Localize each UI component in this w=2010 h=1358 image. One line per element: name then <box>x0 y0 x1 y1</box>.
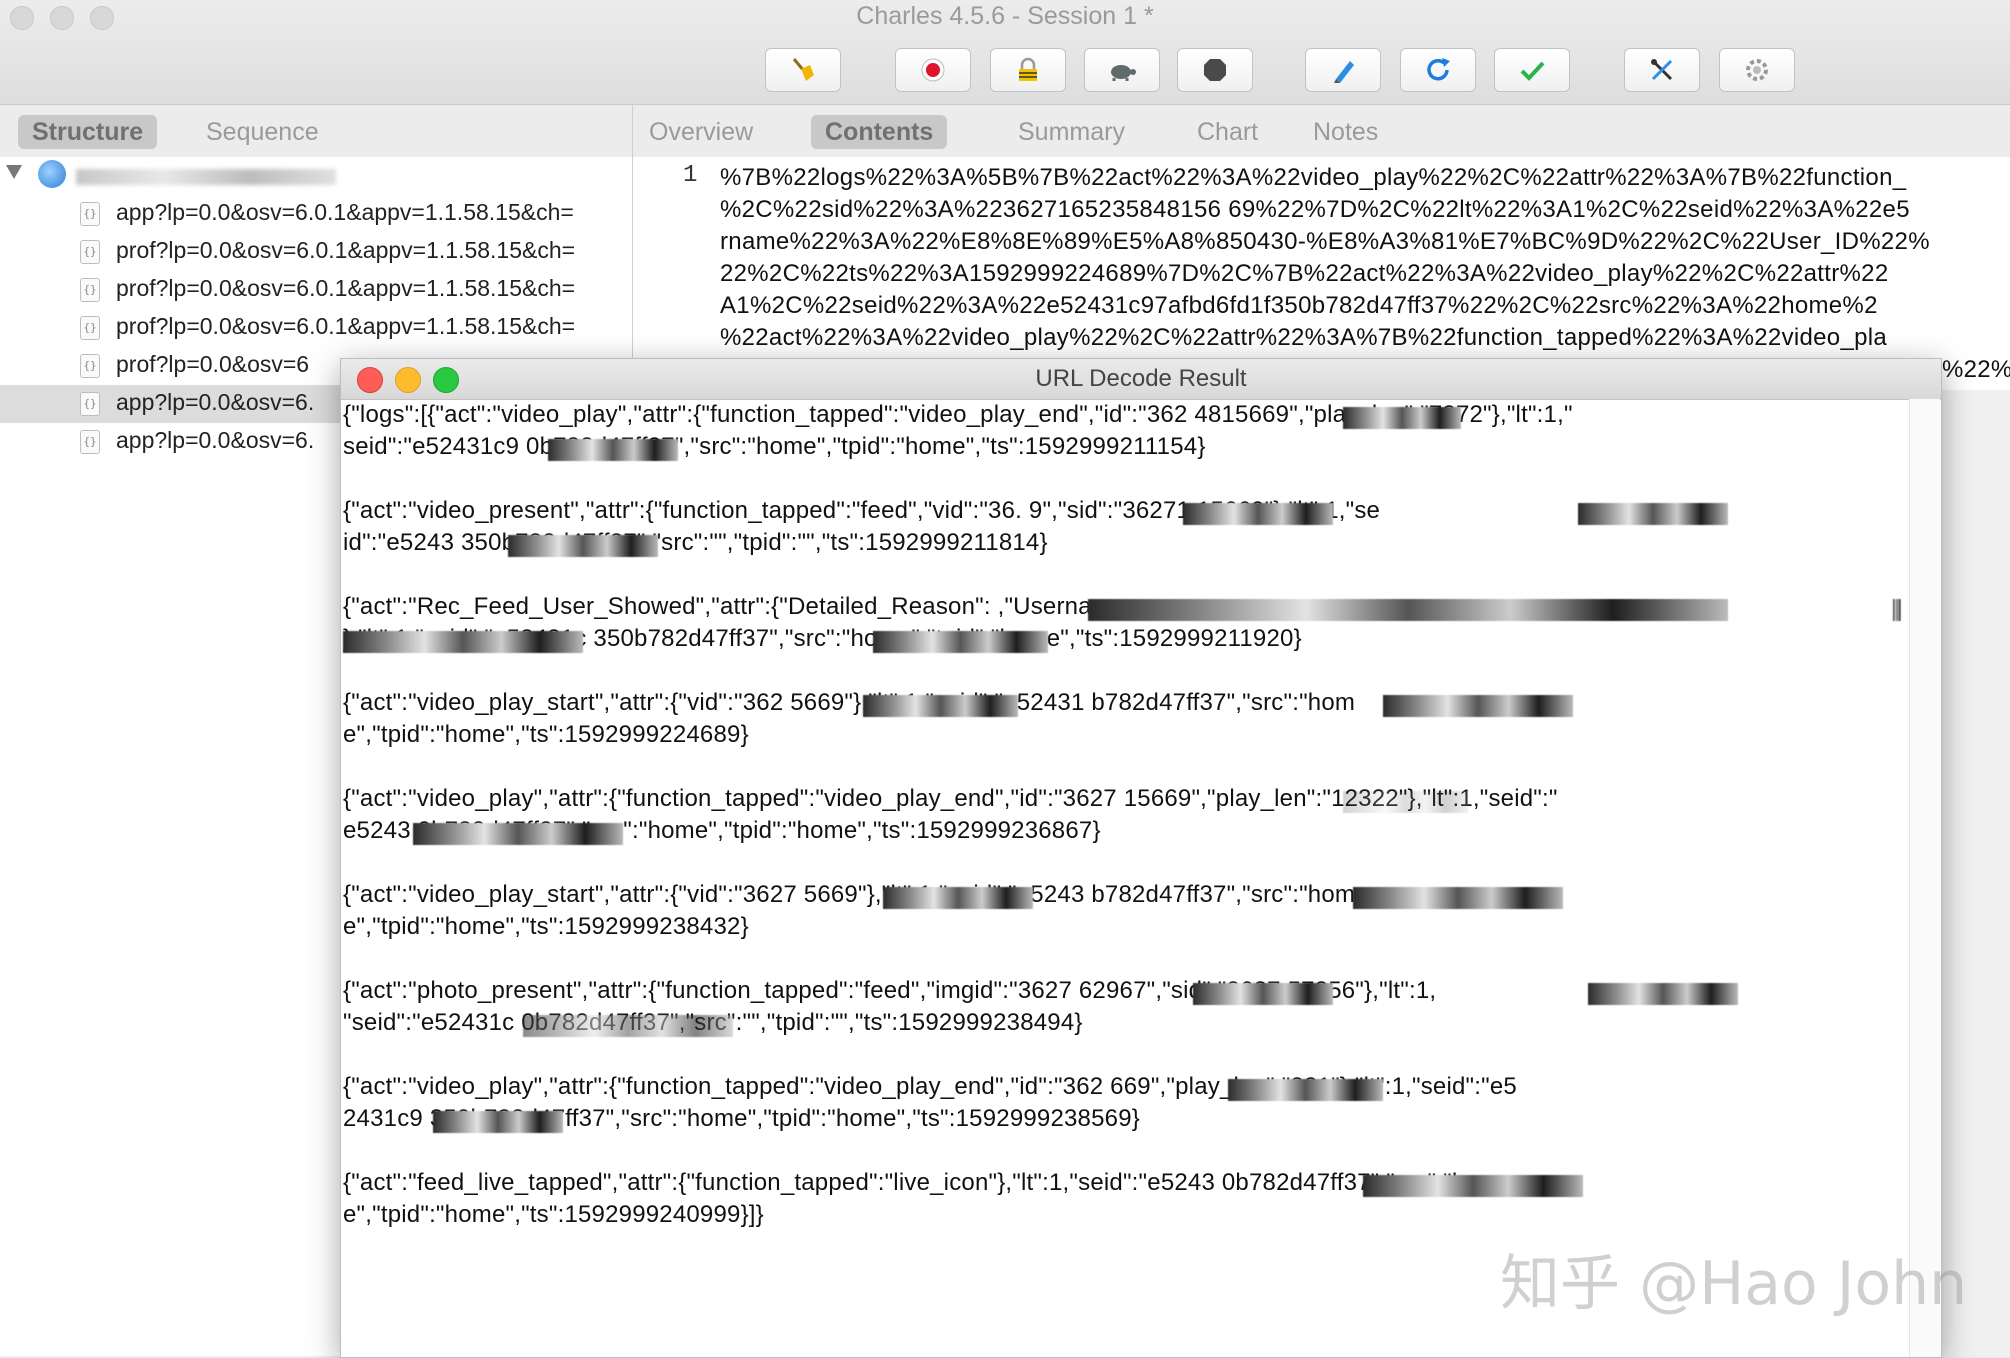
stop-icon <box>1204 59 1226 81</box>
tab-contents[interactable]: Contents <box>811 115 948 149</box>
decoded-line: e","tpid":"home","ts":1592999238432} <box>343 913 749 940</box>
redaction-mark <box>1088 599 1728 621</box>
turtle-icon <box>1111 65 1136 81</box>
redaction-mark <box>508 535 658 557</box>
tab-chart[interactable]: Chart <box>1183 115 1272 149</box>
redaction-mark <box>1343 407 1461 429</box>
tree-item-label: prof?lp=0.0&osv=6.0.1&appv=1.1.58.15&ch= <box>116 313 576 339</box>
redaction-mark <box>548 439 678 461</box>
tools-button[interactable] <box>1624 48 1700 92</box>
refresh-icon <box>1427 58 1450 81</box>
json-file-icon: {} <box>80 430 100 454</box>
tab-sequence[interactable]: Sequence <box>192 115 333 149</box>
line-number: 1 <box>683 162 698 189</box>
check-icon <box>1520 61 1545 81</box>
json-file-icon: {} <box>80 354 100 378</box>
decoded-line: {"act":"feed_live_tapped","attr":{"funct… <box>343 1169 1500 1196</box>
window-titlebar: Charles 4.5.6 - Session 1 * <box>0 0 2010 105</box>
globe-icon <box>38 160 66 188</box>
tree-item-label: prof?lp=0.0&osv=6 <box>116 351 310 377</box>
redaction-mark <box>1578 503 1728 525</box>
decoded-text[interactable]: {"logs":[{"act":"video_play","attr":{"fu… <box>343 401 1903 1351</box>
redaction-mark <box>1183 503 1333 525</box>
disclosure-triangle-icon[interactable] <box>6 165 22 179</box>
redacted-host <box>76 169 336 185</box>
breakpoints-button[interactable] <box>1177 48 1253 92</box>
record-button[interactable] <box>895 48 971 92</box>
encoded-line[interactable]: rname%22%3A%22%E8%8E%89%E5%A8%850430-%E8… <box>720 228 1930 256</box>
tree-item[interactable]: {} prof?lp=0.0&osv=6.0.1&appv=1.1.58.15&… <box>0 309 632 347</box>
redaction-mark <box>1193 983 1333 1005</box>
encoded-line[interactable]: A1%2C%22seid%22%3A%22e52431c97afbd6fd1f3… <box>720 292 1878 320</box>
json-file-icon: {} <box>80 278 100 302</box>
encoded-line[interactable]: %22%3 <box>1942 356 2010 384</box>
redaction-mark <box>873 631 1048 653</box>
redaction-mark <box>883 887 1033 909</box>
decoded-line: {"act":"Rec_Feed_User_Showed","attr":{"D… <box>343 593 1126 620</box>
json-file-icon: {} <box>80 392 100 416</box>
tree-item-label: prof?lp=0.0&osv=6.0.1&appv=1.1.58.15&ch= <box>116 237 576 263</box>
encoded-line[interactable]: %7B%22logs%22%3A%5B%7B%22act%22%3A%22vid… <box>720 164 1906 192</box>
encoded-line[interactable]: %2C%22sid%22%3A%223627165235848156 69%22… <box>720 196 1910 224</box>
redaction-mark <box>343 631 583 653</box>
redaction-mark <box>413 823 623 845</box>
decoded-line: {"act":"video_play_start","attr":{"vid":… <box>343 881 1356 908</box>
ssl-proxy-button[interactable] <box>990 48 1066 92</box>
view-tabs: Structure Sequence <box>0 105 633 157</box>
detail-tabs: Overview Contents Summary Chart Notes <box>633 105 2010 157</box>
redaction-mark <box>1588 983 1738 1005</box>
throttle-button[interactable] <box>1084 48 1160 92</box>
tree-item[interactable]: {} app?lp=0.0&osv=6.0.1&appv=1.1.58.15&c… <box>0 195 632 233</box>
json-file-icon: {} <box>80 202 100 226</box>
json-file-icon: {} <box>80 316 100 340</box>
encoded-line[interactable]: 22%2C%22ts%22%3A1592999224689%7D%2C%7B%2… <box>720 260 1888 288</box>
tab-overview[interactable]: Overview <box>635 115 767 149</box>
redaction-mark <box>1353 887 1563 909</box>
tree-host-node[interactable] <box>0 157 632 195</box>
encoded-line[interactable]: %22act%22%3A%22video_play%22%2C%22attr%2… <box>720 324 1887 352</box>
url-decode-window: URL Decode Result {"logs":[{"act":"video… <box>340 358 1942 1358</box>
validate-button[interactable] <box>1494 48 1570 92</box>
decoded-line: e","tpid":"home","ts":1592999224689} <box>343 721 749 748</box>
tab-summary[interactable]: Summary <box>1004 115 1139 149</box>
decode-window-titlebar: URL Decode Result <box>341 359 1941 400</box>
record-icon <box>921 58 945 82</box>
redaction-mark <box>1363 1175 1583 1197</box>
tab-structure[interactable]: Structure <box>18 115 158 149</box>
clear-session-button[interactable] <box>765 48 841 92</box>
tab-notes[interactable]: Notes <box>1299 115 1392 149</box>
decoded-line: seid":"e52431c9 0b782d47ff37","src":"hom… <box>343 433 1206 460</box>
redaction-mark <box>433 1111 563 1133</box>
redaction-mark <box>863 695 1018 717</box>
tree-item-label: prof?lp=0.0&osv=6.0.1&appv=1.1.58.15&ch= <box>116 275 576 301</box>
json-file-icon: {} <box>80 240 100 264</box>
lock-icon <box>1019 57 1037 81</box>
repeat-button[interactable] <box>1400 48 1476 92</box>
decoded-line: e","tpid":"home","ts":1592999240999}]} <box>343 1201 764 1228</box>
tree-item[interactable]: {} prof?lp=0.0&osv=6.0.1&appv=1.1.58.15&… <box>0 271 632 309</box>
compose-button[interactable] <box>1305 48 1381 92</box>
tools-icon <box>1651 59 1673 81</box>
redaction-mark <box>1893 599 1901 621</box>
window-title: Charles 4.5.6 - Session 1 * <box>856 2 1154 30</box>
redaction-mark <box>523 1015 733 1037</box>
background-panel <box>1940 390 2010 1356</box>
redaction-mark <box>1383 695 1573 717</box>
tree-item-label: app?lp=0.0&osv=6. <box>116 427 315 453</box>
tree-item[interactable]: {} prof?lp=0.0&osv=6.0.1&appv=1.1.58.15&… <box>0 233 632 271</box>
settings-button[interactable] <box>1719 48 1795 92</box>
tree-item-label: app?lp=0.0&osv=6.0.1&appv=1.1.58.15&ch= <box>116 199 574 225</box>
watermark: 知乎 @Hao John <box>1500 1249 1968 1319</box>
broom-icon <box>792 58 814 81</box>
redaction-mark <box>1343 791 1468 813</box>
pen-icon <box>1334 61 1354 83</box>
gear-icon <box>1746 59 1768 81</box>
vertical-scrollbar[interactable] <box>1909 399 1940 1357</box>
decoded-line: id":"e5243 350b782d47ff37","src":"","tpi… <box>343 529 1048 556</box>
decoded-line: {"act":"video_play_start","attr":{"vid":… <box>343 689 1356 716</box>
tree-item-label: app?lp=0.0&osv=6. <box>116 389 315 415</box>
decode-window-title: URL Decode Result <box>1035 365 1247 392</box>
redaction-mark <box>1228 1079 1383 1101</box>
